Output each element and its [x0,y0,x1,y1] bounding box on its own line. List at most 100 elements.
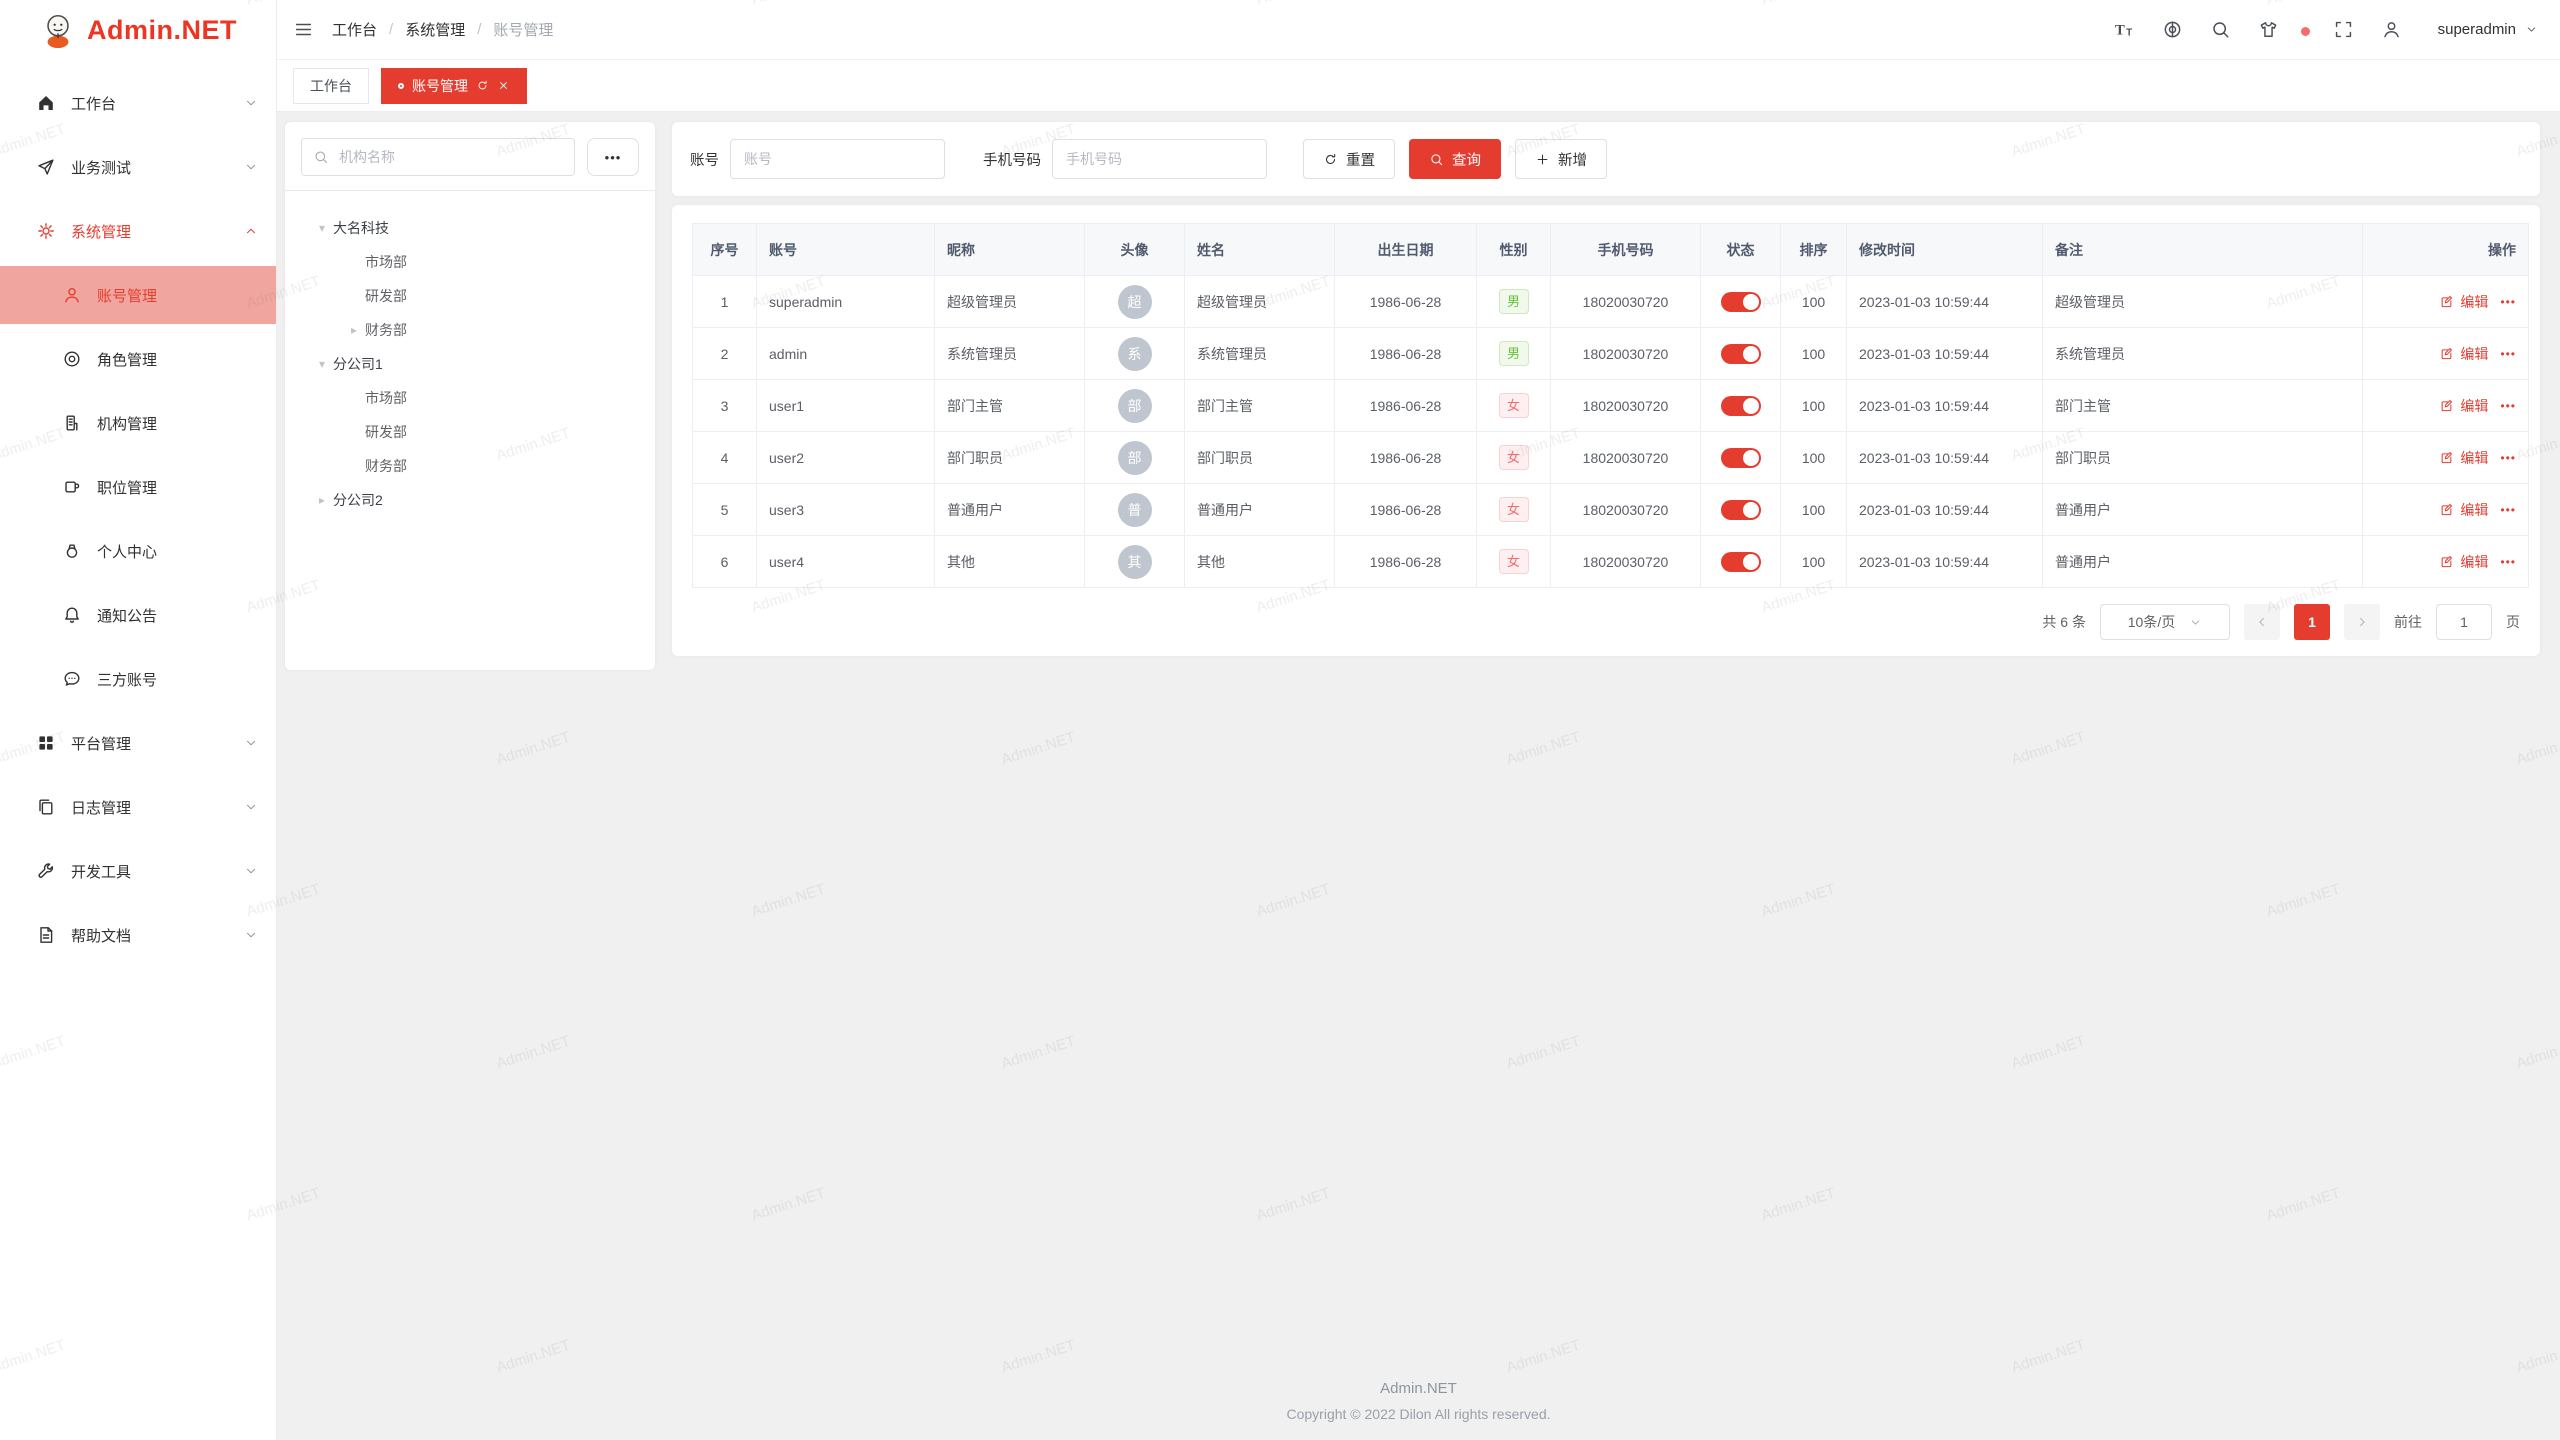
status-toggle[interactable] [1721,500,1761,520]
tree-node-财务部[interactable]: ▸财务部 [301,313,639,347]
sidebar-item-org[interactable]: 机构管理 [0,394,276,452]
sidebar-item-personal[interactable]: 个人中心 [0,522,276,580]
pagination-total: 共 6 条 [2042,612,2086,632]
tree-node-分公司1[interactable]: ▾分公司1 [301,347,639,381]
font-size-icon[interactable]: TT [2114,19,2135,40]
search-icon[interactable] [2210,19,2231,40]
sidebar-item-system[interactable]: 系统管理 [0,202,276,260]
tabs-bar: 工作台账号管理 [277,60,2560,112]
add-button-label: 新增 [1558,149,1587,170]
sidebar-item-dev-tools[interactable]: 开发工具 [0,842,276,900]
edit-button[interactable]: 编辑 [2439,344,2488,364]
add-button[interactable]: 新增 [1515,139,1607,179]
edit-button[interactable]: 编辑 [2439,448,2488,468]
sidebar-item-label: 通知公告 [97,605,157,626]
pagination: 共 6 条 10条/页 1 前往 页 [692,604,2520,640]
row-more-button[interactable]: ••• [2500,451,2516,465]
tree-node-财务部[interactable]: 财务部 [301,449,639,483]
edit-icon [2439,346,2454,361]
tab-close-icon[interactable] [497,79,510,92]
status-toggle[interactable] [1721,448,1761,468]
row-more-button[interactable]: ••• [2500,399,2516,413]
sidebar-item-third-account[interactable]: 三方账号 [0,650,276,708]
caret-right-icon[interactable]: ▸ [343,323,365,337]
cell-birth: 1986-06-28 [1335,536,1477,588]
edit-icon [2439,294,2454,309]
prev-page-button[interactable] [2244,604,2280,640]
edit-button-label: 编辑 [2460,500,2488,520]
org-tree-more-button[interactable]: ••• [587,138,639,176]
page-size-select[interactable]: 10条/页 [2100,604,2230,640]
org-tree-panel: ••• ▾大名科技市场部研发部▸财务部▾分公司1市场部研发部财务部▸分公司2 [285,122,655,670]
tree-node-研发部[interactable]: 研发部 [301,415,639,449]
next-page-button[interactable] [2344,604,2380,640]
tree-node-市场部[interactable]: 市场部 [301,245,639,279]
cell-phone: 18020030720 [1551,328,1701,380]
row-more-button[interactable]: ••• [2500,347,2516,361]
cell-time: 2023-01-03 10:59:44 [1847,380,2043,432]
footer-copyright: Copyright © 2022 Dilon All rights reserv… [277,1406,2560,1422]
fullscreen-icon[interactable] [2333,19,2354,40]
sidebar-item-position[interactable]: 职位管理 [0,458,276,516]
org-icon [62,413,82,433]
search-icon [1429,152,1444,167]
cell-sort: 100 [1781,432,1847,484]
caret-right-icon[interactable]: ▸ [311,493,333,507]
main-panel: 账号 手机号码 重置 查询 新增 [672,122,2540,656]
tab-refresh-icon[interactable] [476,79,489,92]
cell-account: superadmin [757,276,935,328]
breadcrumb-item[interactable]: 工作台 [332,19,377,40]
tree-node-研发部[interactable]: 研发部 [301,279,639,313]
sidebar-item-help-docs[interactable]: 帮助文档 [0,906,276,964]
account-input[interactable] [730,139,945,179]
org-search-input[interactable] [337,148,563,166]
cell-status [1701,536,1781,588]
phone-input[interactable] [1052,139,1267,179]
sidebar-item-logs[interactable]: 日志管理 [0,778,276,836]
sidebar-item-workbench[interactable]: 工作台 [0,74,276,132]
page-1-button[interactable]: 1 [2294,604,2330,640]
row-more-button[interactable]: ••• [2500,555,2516,569]
status-toggle[interactable] [1721,292,1761,312]
sidebar-item-account[interactable]: 账号管理 [0,266,276,324]
caret-down-icon[interactable]: ▾ [311,357,333,371]
breadcrumb-item[interactable]: 系统管理 [405,19,465,40]
user-menu[interactable]: superadmin [2429,21,2538,38]
cell-remark: 系统管理员 [2043,328,2363,380]
goto-label: 前往 [2394,612,2422,632]
row-more-button[interactable]: ••• [2500,503,2516,517]
chevron-right-icon [2355,615,2369,629]
search-button-label: 查询 [1452,149,1481,170]
chevron-up-icon [244,224,258,238]
goto-page-input[interactable] [2436,604,2492,640]
edit-button[interactable]: 编辑 [2439,500,2488,520]
edit-button-label: 编辑 [2460,552,2488,572]
sidebar-item-business-test[interactable]: 业务测试 [0,138,276,196]
language-icon[interactable] [2162,19,2183,40]
sidebar-item-platform[interactable]: 平台管理 [0,714,276,772]
profile-icon[interactable] [2381,19,2402,40]
reset-button[interactable]: 重置 [1303,139,1395,179]
edit-button[interactable]: 编辑 [2439,552,2488,572]
status-toggle[interactable] [1721,396,1761,416]
chevron-down-icon [2525,23,2538,36]
theme-icon[interactable] [2258,19,2279,40]
app-logo[interactable]: Admin.NET [0,0,276,60]
collapse-menu-icon[interactable] [293,19,314,40]
status-toggle[interactable] [1721,344,1761,364]
tree-node-市场部[interactable]: 市场部 [301,381,639,415]
filter-bar: 账号 手机号码 重置 查询 新增 [672,122,2540,196]
sidebar-item-label: 帮助文档 [71,925,131,946]
sidebar-item-role[interactable]: 角色管理 [0,330,276,388]
sidebar-item-notice[interactable]: 通知公告 [0,586,276,644]
row-more-button[interactable]: ••• [2500,295,2516,309]
tree-node-大名科技[interactable]: ▾大名科技 [301,211,639,245]
search-button[interactable]: 查询 [1409,139,1501,179]
caret-down-icon[interactable]: ▾ [311,221,333,235]
tab-账号管理[interactable]: 账号管理 [381,68,527,104]
tab-工作台[interactable]: 工作台 [293,68,369,104]
status-toggle[interactable] [1721,552,1761,572]
edit-button[interactable]: 编辑 [2439,292,2488,312]
edit-button[interactable]: 编辑 [2439,396,2488,416]
tree-node-分公司2[interactable]: ▸分公司2 [301,483,639,517]
